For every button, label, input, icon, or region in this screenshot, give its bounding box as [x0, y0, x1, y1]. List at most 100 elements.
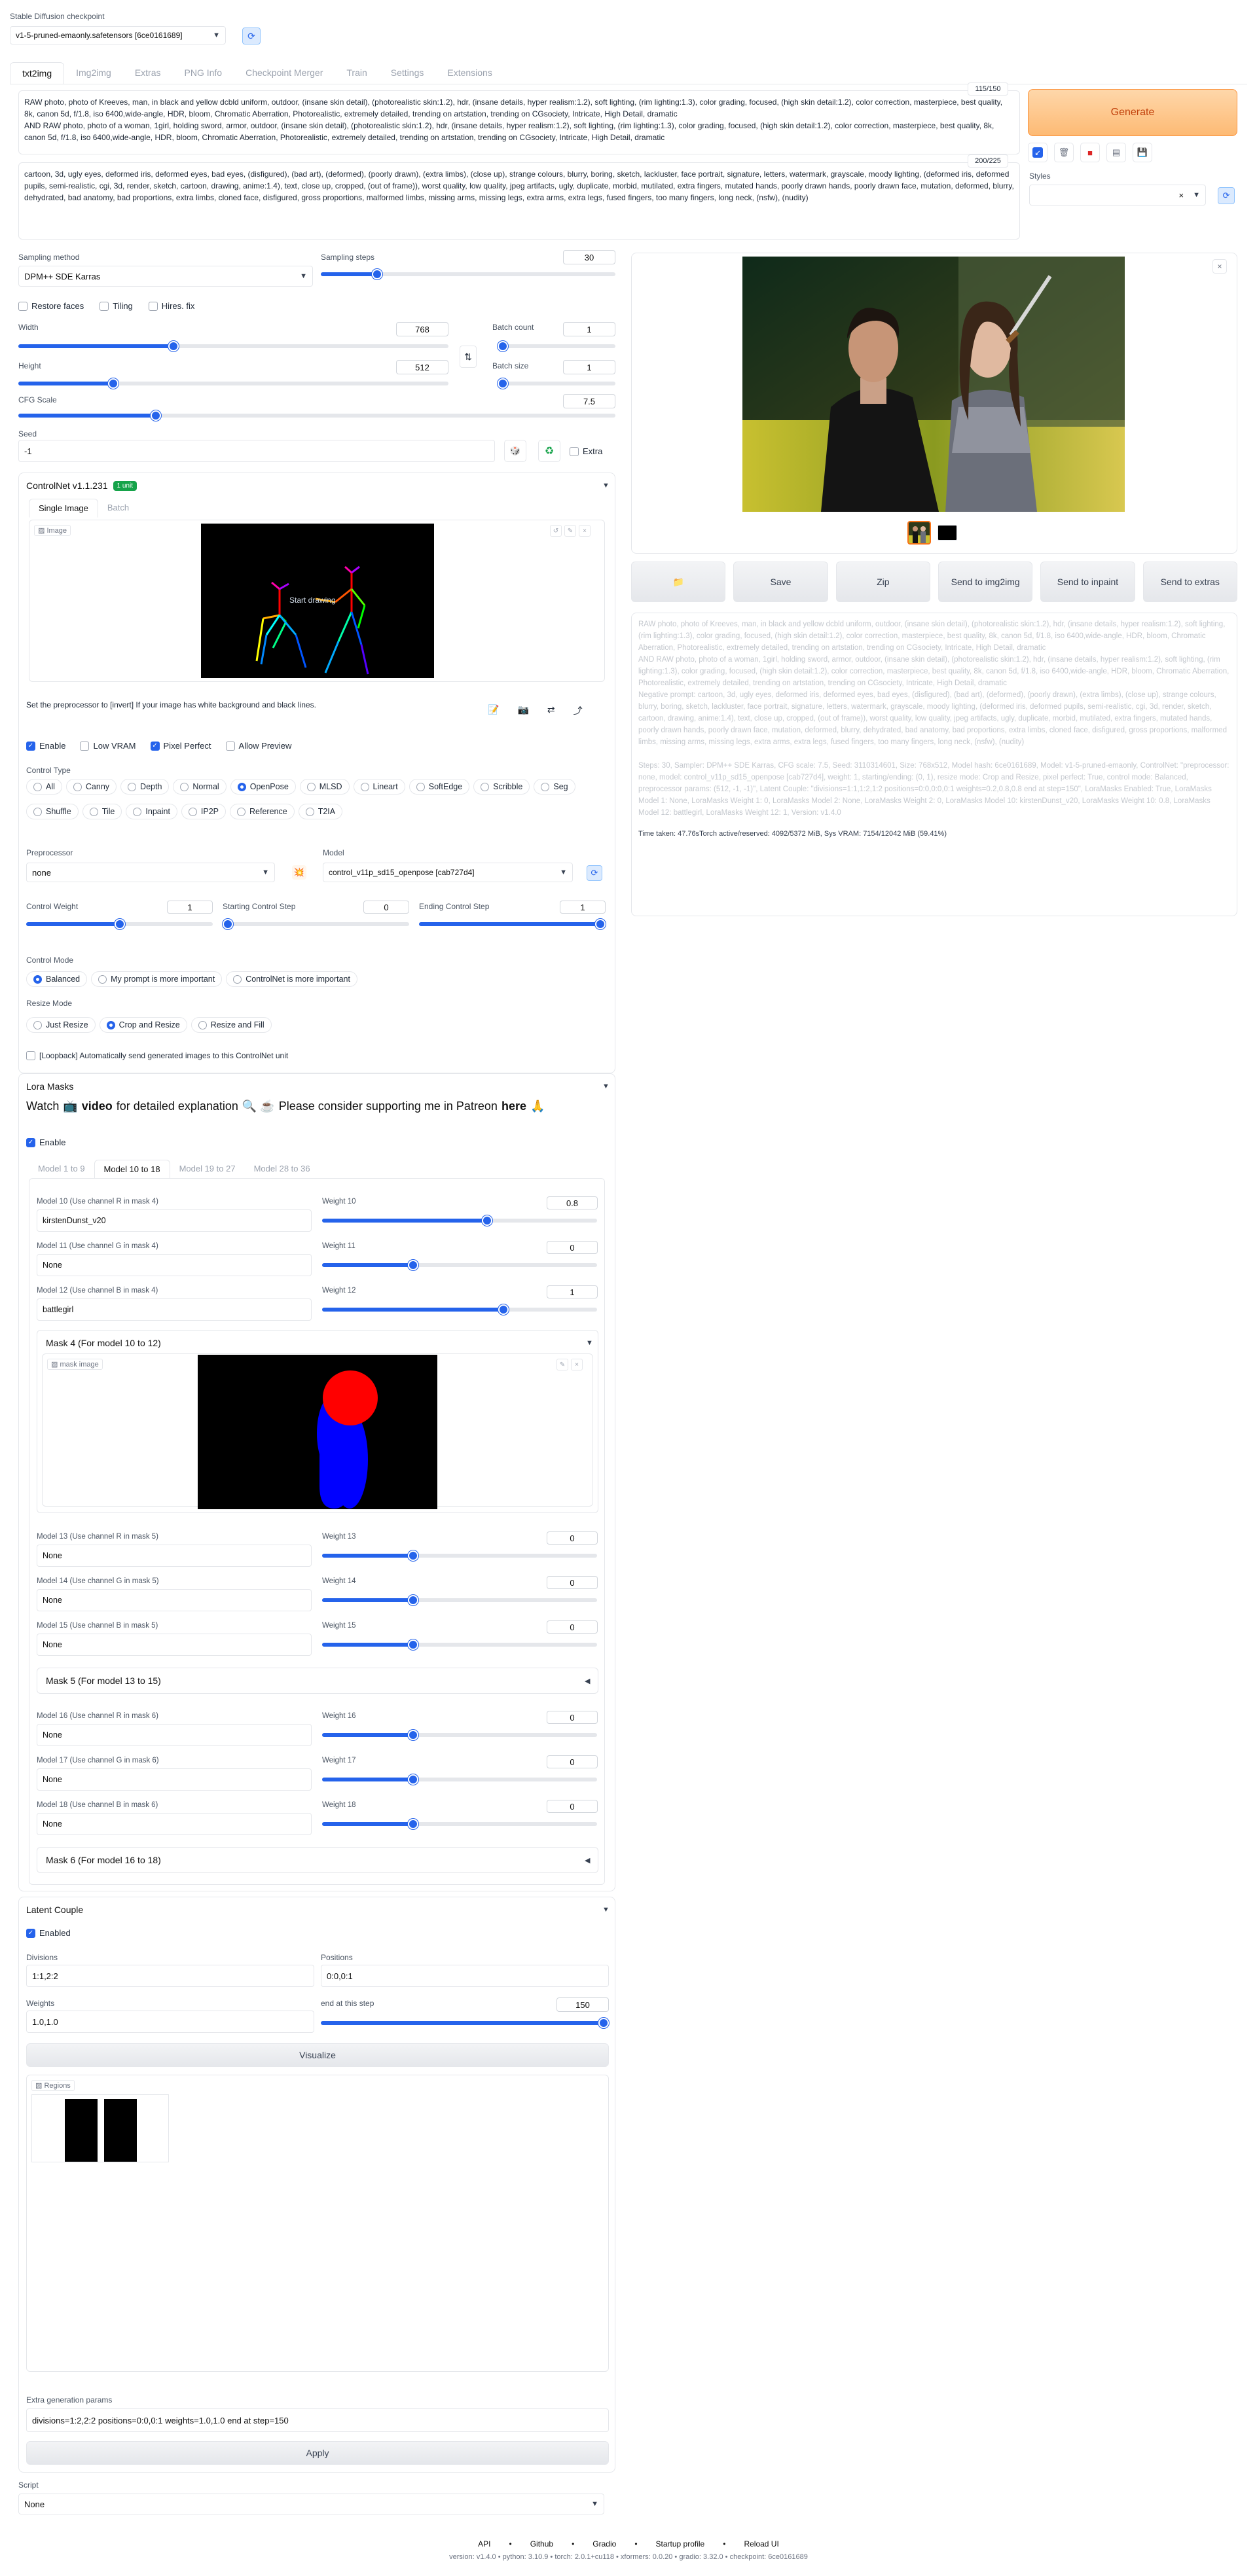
edit-pose-icon[interactable]: 📝	[488, 704, 499, 717]
control-weight-slider[interactable]	[26, 919, 213, 929]
run-preprocessor-icon[interactable]: 💥	[292, 865, 306, 880]
lora-masks-title[interactable]: Lora Masks	[26, 1081, 73, 1092]
prompt-textarea[interactable]: RAW photo, photo of Kreeves, man, in bla…	[18, 90, 1020, 154]
lora-weight-input[interactable]: 0.8	[547, 1196, 598, 1209]
lora-weight-input[interactable]: 0	[547, 1531, 598, 1545]
lora-weight-input[interactable]: 0	[547, 1241, 598, 1254]
tab-txt2img[interactable]: txt2img	[10, 62, 65, 84]
lora-model-input[interactable]: battlegirl	[37, 1298, 312, 1321]
lora-model-input[interactable]: None	[37, 1768, 312, 1791]
send-to-extras-button[interactable]: Send to extras	[1142, 562, 1237, 602]
undo-icon[interactable]: ↺	[550, 525, 562, 537]
starting-step-slider[interactable]	[223, 919, 409, 929]
control-type-inpaint-radio[interactable]: Inpaint	[126, 804, 177, 819]
mode-controlnet-radio[interactable]: ControlNet is more important	[226, 971, 357, 987]
cfg-scale-slider[interactable]	[18, 410, 615, 421]
read-params-icon[interactable]: ↙	[1028, 143, 1048, 162]
extra-seed-checkbox[interactable]: Extra	[570, 446, 602, 456]
latent-enabled-checkbox[interactable]: ✓ Enabled	[26, 1928, 71, 1938]
tab-model-10-18[interactable]: Model 10 to 18	[94, 1160, 170, 1179]
swap-dimensions-icon[interactable]: ⇅	[460, 346, 477, 368]
thumbnail-image[interactable]	[907, 521, 931, 545]
control-type-canny-radio[interactable]: Canny	[65, 779, 117, 795]
visualize-button[interactable]: Visualize	[26, 2043, 609, 2067]
send-to-img2img-button[interactable]: Send to img2img	[938, 562, 1033, 602]
mask5-title[interactable]: Mask 5 (For model 13 to 15)	[46, 1675, 161, 1686]
lora-weight-slider[interactable]	[322, 1260, 597, 1270]
footer-link-github[interactable]: Github	[530, 2539, 553, 2549]
lora-weight-input[interactable]: 0	[547, 1620, 598, 1634]
resize-and-fill-radio[interactable]: Resize and Fill	[191, 1017, 272, 1033]
collapse-icon[interactable]: ▼	[602, 1906, 610, 1914]
lora-weight-slider[interactable]	[322, 1639, 597, 1650]
tab-settings[interactable]: Settings	[379, 62, 436, 84]
tab-single-image[interactable]: Single Image	[29, 499, 98, 518]
divisions-input[interactable]: 1:1,2:2	[26, 1965, 314, 1987]
batch-count-slider[interactable]	[498, 341, 615, 351]
lora-model-input[interactable]: kirstenDunst_v20	[37, 1209, 312, 1232]
tab-model-19-27[interactable]: Model 19 to 27	[170, 1160, 245, 1179]
clear-icon[interactable]: ×	[1179, 190, 1184, 200]
control-weight-input[interactable]: 1	[167, 901, 213, 914]
checkpoint-select[interactable]: v1-5-pruned-emaonly.safetensors [6ce0161…	[10, 26, 226, 45]
lora-model-input[interactable]: None	[37, 1254, 312, 1276]
lora-model-input[interactable]: None	[37, 1589, 312, 1611]
pixel-perfect-checkbox[interactable]: ✓ Pixel Perfect	[150, 741, 211, 751]
lora-model-input[interactable]: None	[37, 1634, 312, 1656]
expand-icon[interactable]: ◀	[585, 1856, 590, 1865]
tab-model-1-9[interactable]: Model 1 to 9	[29, 1160, 94, 1179]
control-type-openpose-radio[interactable]: OpenPose	[230, 779, 296, 795]
low-vram-checkbox[interactable]: Low VRAM	[80, 741, 136, 751]
tab-extensions[interactable]: Extensions	[435, 62, 503, 84]
random-seed-icon[interactable]: 🎲	[504, 440, 526, 462]
tab-img2img[interactable]: Img2img	[64, 62, 123, 84]
restore-faces-checkbox[interactable]: Restore faces	[18, 301, 84, 311]
cfg-scale-input[interactable]: 7.5	[563, 394, 615, 408]
height-input[interactable]: 512	[396, 360, 448, 374]
control-type-shuffle-radio[interactable]: Shuffle	[26, 804, 79, 819]
collapse-icon[interactable]: ▼	[602, 1082, 610, 1090]
control-type-lineart-radio[interactable]: Lineart	[353, 779, 405, 795]
lora-model-input[interactable]: None	[37, 1724, 312, 1746]
sampling-method-select[interactable]: DPM++ SDE Karras ▼	[18, 266, 313, 287]
mask6-title[interactable]: Mask 6 (For model 16 to 18)	[46, 1855, 161, 1865]
crop-and-resize-radio[interactable]: Crop and Resize	[99, 1017, 187, 1033]
sampling-steps-input[interactable]: 30	[563, 250, 615, 264]
negative-prompt-textarea[interactable]: cartoon, 3d, ugly eyes, deformed iris, d…	[18, 162, 1020, 240]
reuse-seed-icon[interactable]: ♻	[538, 440, 560, 462]
lora-weight-slider[interactable]	[322, 1730, 597, 1740]
batch-size-input[interactable]: 1	[563, 360, 615, 374]
mode-prompt-radio[interactable]: My prompt is more important	[91, 971, 223, 987]
ending-step-input[interactable]: 1	[560, 901, 606, 914]
width-slider[interactable]	[18, 341, 448, 351]
model-select[interactable]: control_v11p_sd15_openpose [cab727d4] ▼	[323, 863, 573, 882]
control-type-normal-radio[interactable]: Normal	[173, 779, 227, 795]
lora-weight-slider[interactable]	[322, 1819, 597, 1829]
control-type-t2ia-radio[interactable]: T2IA	[298, 804, 343, 819]
seed-input[interactable]: -1	[18, 440, 495, 462]
height-slider[interactable]	[18, 378, 448, 389]
control-type-softedge-radio[interactable]: SoftEdge	[409, 779, 470, 795]
control-type-ip2p-radio[interactable]: IP2P	[181, 804, 227, 819]
lora-weight-input[interactable]: 1	[547, 1285, 598, 1298]
tiling-checkbox[interactable]: Tiling	[100, 301, 133, 311]
generated-image[interactable]	[742, 257, 1125, 512]
lora-weight-slider[interactable]	[322, 1304, 597, 1315]
batch-size-slider[interactable]	[498, 378, 615, 389]
end-step-slider[interactable]	[321, 2018, 609, 2028]
show-extra-networks-icon[interactable]: ■	[1080, 143, 1100, 162]
control-type-reference-radio[interactable]: Reference	[230, 804, 295, 819]
tab-train[interactable]: Train	[335, 62, 378, 84]
footer-link-api[interactable]: API	[478, 2539, 490, 2549]
latent-couple-title[interactable]: Latent Couple	[26, 1905, 83, 1915]
apply-button[interactable]: Apply	[26, 2441, 609, 2465]
open-folder-button[interactable]: 📁	[631, 562, 726, 602]
styles-select[interactable]: × ▼	[1029, 185, 1206, 206]
collapse-icon[interactable]: ▼	[602, 482, 610, 490]
refresh-styles-icon[interactable]: ⟳	[1218, 187, 1235, 204]
lora-weight-slider[interactable]	[322, 1215, 597, 1226]
control-type-seg-radio[interactable]: Seg	[534, 779, 575, 795]
collapse-icon[interactable]: ▼	[586, 1339, 593, 1347]
control-type-scribble-radio[interactable]: Scribble	[473, 779, 530, 795]
ending-step-slider[interactable]	[419, 919, 606, 929]
